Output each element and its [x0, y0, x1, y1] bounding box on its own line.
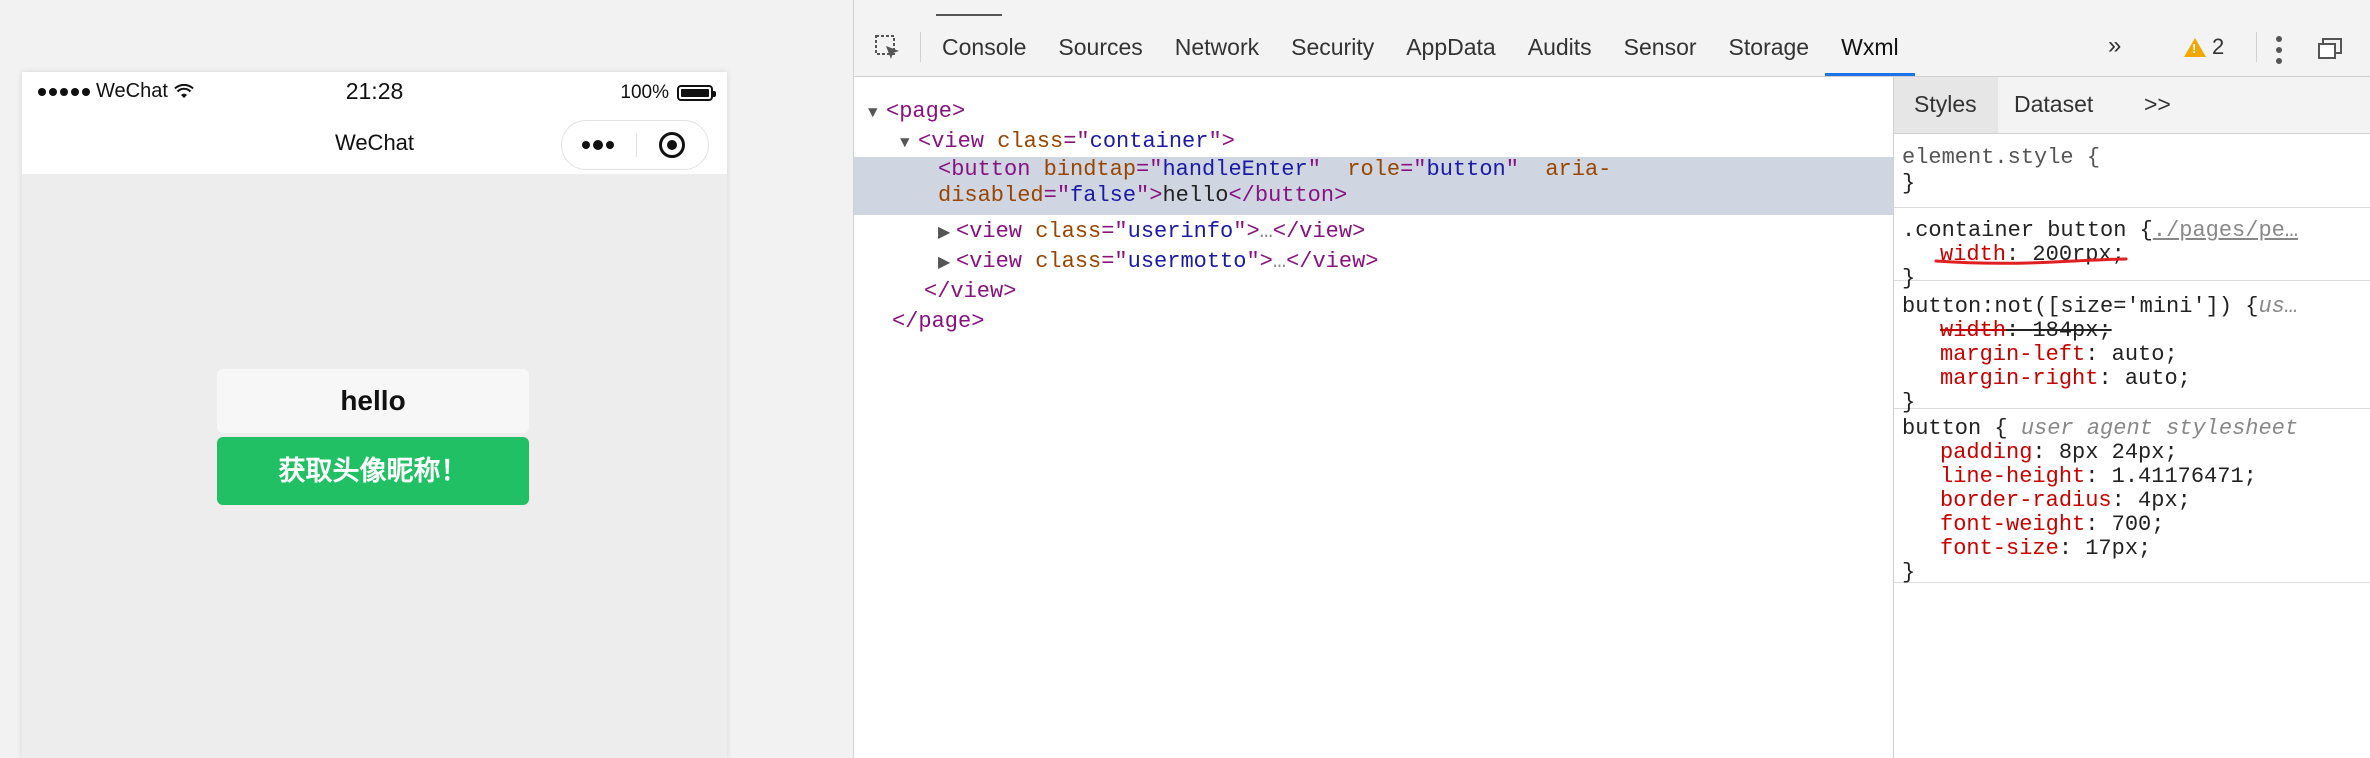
warnings-counter[interactable]: 2: [2184, 34, 2224, 60]
warning-icon: [2184, 37, 2206, 57]
warning-count: 2: [2212, 34, 2225, 59]
style-rule-button-not-mini: button:not([size='mini']) {us… width: 18…: [1894, 288, 2370, 415]
top-tab-indicator: [936, 14, 1002, 16]
style-rule-button-ua: button { user agent stylesheet padding: …: [1894, 410, 2370, 585]
nav-bar: WeChat: [22, 112, 727, 174]
style-rule-container-button: .container button {./pages/pe… width: 20…: [1894, 208, 2370, 291]
toolbar-separator: [920, 32, 921, 62]
status-bar: WeChat 21:28 100%: [22, 72, 727, 112]
tab-wxml[interactable]: Wxml: [1825, 30, 1915, 76]
styles-pane: Styles Dataset >> element.style { } .con…: [1893, 77, 2370, 758]
expand-triangle-icon[interactable]: ▶: [938, 218, 956, 248]
style-rule-element: element.style { }: [1894, 133, 2370, 208]
rule-close: }: [1902, 560, 1916, 585]
tab-storage[interactable]: Storage: [1713, 30, 1826, 70]
rule-close: }: [1902, 171, 1916, 196]
tab-appdata[interactable]: AppData: [1390, 30, 1512, 70]
tab-audits[interactable]: Audits: [1512, 30, 1608, 70]
phone-screen: WeChat 21:28 100% WeChat hello 获取头像昵称！: [22, 72, 727, 758]
collapse-triangle-icon[interactable]: ▼: [900, 128, 918, 158]
dock-side-icon[interactable]: [2318, 38, 2342, 60]
more-icon[interactable]: [576, 134, 620, 156]
simulator-pane: WeChat 21:28 100% WeChat hello 获取头像昵称！: [0, 0, 853, 758]
devtools-panel: Console Sources Network Security AppData…: [854, 0, 2370, 758]
rule-declaration[interactable]: margin-right: auto;: [1940, 364, 2191, 394]
styles-tabbar: Styles Dataset >>: [1894, 77, 2370, 134]
kebab-menu-icon[interactable]: [2276, 36, 2282, 64]
battery-icon: [677, 85, 716, 101]
rule-source-link[interactable]: us…: [2258, 294, 2298, 319]
tab-sensor[interactable]: Sensor: [1608, 30, 1713, 70]
tree-node-container[interactable]: ▼ <view class="container">: [900, 127, 1940, 157]
red-annotation-underline: [1934, 257, 2128, 265]
status-battery-group: 100%: [620, 82, 716, 104]
rule-source-link[interactable]: ./pages/pe…: [2153, 218, 2298, 243]
tab-styles-more[interactable]: >>: [2144, 91, 2171, 118]
tree-node-page[interactable]: ▼ <page>: [868, 97, 1908, 127]
collapse-triangle-icon[interactable]: ▼: [868, 98, 886, 128]
hello-button[interactable]: hello: [217, 369, 529, 433]
rule-declaration[interactable]: font-size: 17px;: [1940, 534, 2151, 564]
wxml-tree: ▼ <page> ▼ <view class="container"> <butto…: [854, 77, 1894, 758]
get-profile-button[interactable]: 获取头像昵称！: [217, 437, 529, 505]
tab-styles[interactable]: Styles: [1914, 91, 1977, 118]
capsule-divider: [636, 133, 637, 157]
menu-capsule: [561, 120, 709, 170]
close-miniprogram-icon[interactable]: [659, 132, 685, 158]
tree-node-button-selected[interactable]: <button bindtap="handleEnter" role="butt…: [854, 157, 1894, 215]
tree-node-page-close[interactable]: </page>: [892, 307, 1932, 337]
tab-network[interactable]: Network: [1159, 30, 1275, 70]
toolbar-separator-2: [2256, 32, 2257, 62]
tab-console[interactable]: Console: [926, 30, 1042, 70]
more-tabs-button[interactable]: »: [2108, 32, 2121, 60]
tree-node-userinfo[interactable]: ▶ <view class="userinfo">…</view>: [938, 217, 1978, 247]
tab-dataset[interactable]: Dataset: [2014, 91, 2093, 118]
rule-declaration[interactable]: width: 200rpx;: [1940, 240, 2125, 270]
expand-triangle-icon[interactable]: ▶: [938, 248, 956, 278]
rule-selector: element.style {: [1902, 145, 2101, 170]
battery-percent: 100%: [620, 82, 669, 103]
devtools-tabbar: Console Sources Network Security AppData…: [854, 0, 2370, 77]
devtools-tabs: Console Sources Network Security AppData…: [926, 30, 1915, 76]
tab-sources[interactable]: Sources: [1042, 30, 1158, 70]
inspect-element-icon[interactable]: [874, 34, 902, 62]
tree-node-usermotto[interactable]: ▶ <view class="usermotto">…</view>: [938, 247, 1978, 277]
tab-security[interactable]: Security: [1275, 30, 1390, 70]
tree-node-view-close[interactable]: </view>: [924, 277, 1964, 307]
